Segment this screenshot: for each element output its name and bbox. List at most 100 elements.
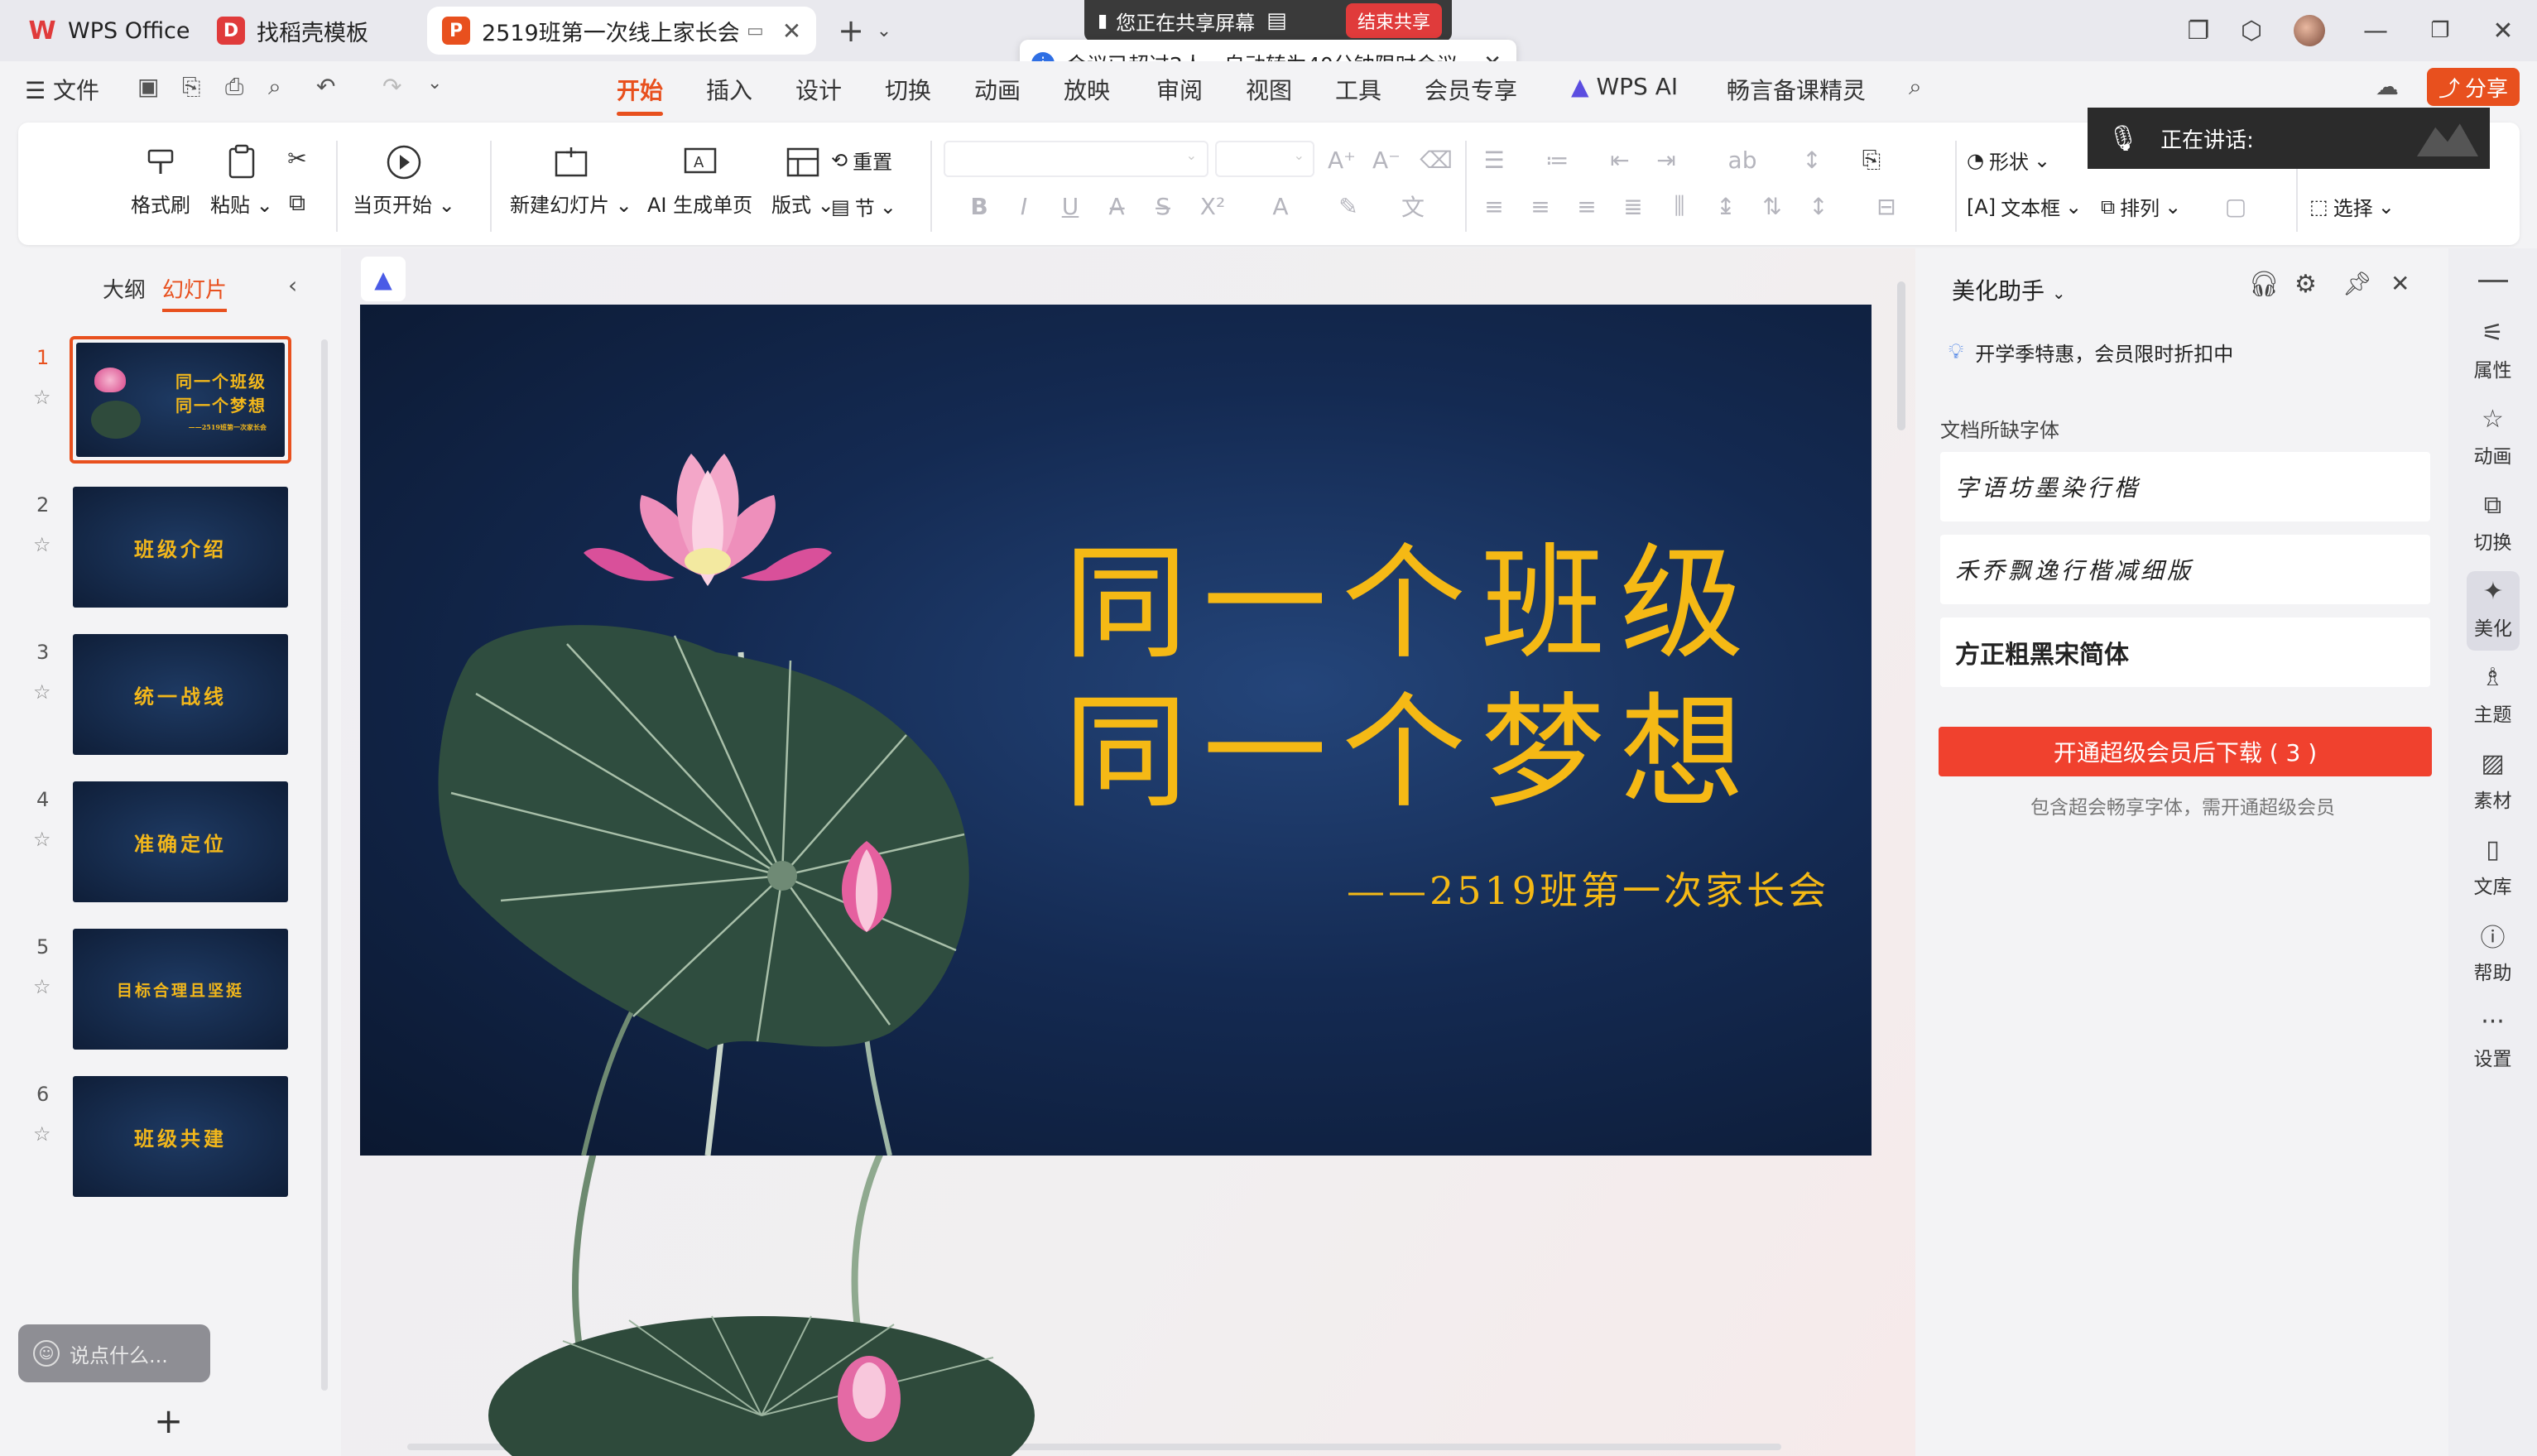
- text-box-align-icon[interactable]: ⊟: [1872, 192, 1900, 220]
- decrease-indent-icon[interactable]: ⇤: [1606, 146, 1634, 174]
- gear-icon[interactable]: ⚙: [2294, 270, 2317, 299]
- panel-title[interactable]: 美化助手 ⌄: [1952, 273, 2066, 306]
- tab-template-store[interactable]: D 找稻壳模板: [202, 7, 420, 55]
- align-center-icon[interactable]: ≡: [1526, 192, 1554, 220]
- tab-design[interactable]: 设计: [795, 73, 842, 106]
- end-share-button[interactable]: 结束共享: [1345, 3, 1442, 38]
- strikethrough-icon[interactable]: A̶: [1103, 192, 1131, 220]
- slide-thumbnail[interactable]: 统一战线: [73, 634, 288, 755]
- headset-icon[interactable]: 🎧︎: [2248, 270, 2280, 299]
- align-right-icon[interactable]: ≡: [1573, 192, 1601, 220]
- tab-review[interactable]: 审阅: [1156, 73, 1203, 106]
- highlight-icon[interactable]: ✎: [1334, 192, 1362, 220]
- tab-slides[interactable]: 幻灯片: [162, 273, 228, 312]
- star-icon[interactable]: ☆: [33, 680, 51, 704]
- close-window-icon[interactable]: ✕: [2480, 10, 2526, 51]
- promo-line[interactable]: 💡︎ 开学季特惠，会员限时折扣中: [1948, 338, 2233, 367]
- cube-icon[interactable]: ⬡: [2228, 10, 2275, 51]
- star-icon[interactable]: ☆: [33, 1122, 51, 1146]
- sidebar-item-library[interactable]: ▯ 文库: [2448, 833, 2537, 899]
- sidebar-item-theme[interactable]: ♗ 主题: [2448, 661, 2537, 727]
- outline-icon[interactable]: ▢: [2222, 192, 2250, 220]
- star-icon[interactable]: ☆: [33, 828, 51, 851]
- italic-icon[interactable]: I: [1010, 192, 1038, 220]
- tab-slideshow[interactable]: 放映: [1064, 73, 1110, 106]
- cut-icon[interactable]: ✂: [283, 144, 311, 172]
- undo-icon[interactable]: ↶: [316, 73, 335, 100]
- paste-button[interactable]: 粘贴 ⌄: [210, 142, 273, 218]
- reset-button[interactable]: ⟲ 重置: [831, 146, 892, 175]
- line-spacing-icon[interactable]: ↨: [1712, 192, 1740, 220]
- convert-icon[interactable]: ⎘: [1857, 146, 1886, 174]
- share-button[interactable]: ⤴ 分享: [2427, 68, 2520, 106]
- star-icon[interactable]: ☆: [33, 386, 51, 409]
- arrange-button[interactable]: ⧉ 排列 ⌄: [2101, 192, 2181, 221]
- slide-title-line2[interactable]: 同一个梦想: [1064, 652, 1759, 832]
- tab-home[interactable]: 开始: [617, 73, 664, 116]
- paragraph-spacing-icon[interactable]: ⇅: [1758, 192, 1786, 220]
- font-item[interactable]: 字语坊墨染行楷: [1940, 452, 2430, 521]
- bullet-list-icon[interactable]: ☰: [1480, 146, 1508, 174]
- sidebar-item-help[interactable]: ⓘ 帮助: [2448, 919, 2537, 985]
- increase-font-icon[interactable]: A⁺: [1328, 146, 1356, 174]
- file-menu[interactable]: ☰ 文件: [25, 73, 99, 106]
- align-left-icon[interactable]: ≡: [1480, 192, 1508, 220]
- font-size-select[interactable]: ⌄: [1215, 141, 1314, 177]
- sidebar-item-transition[interactable]: ⧉ 切换: [2448, 488, 2537, 555]
- tab-member[interactable]: 会员专享: [1425, 73, 1517, 106]
- slide-thumbnail[interactable]: 目标合理且坚挺: [73, 929, 288, 1050]
- tab-animation[interactable]: 动画: [974, 73, 1021, 106]
- sidebar-item-beautify[interactable]: ✦ 美化: [2467, 571, 2520, 651]
- save-icon[interactable]: ▣: [137, 73, 159, 100]
- tab-wps-office[interactable]: W WPS Office: [13, 7, 195, 55]
- sidebar-item-assets[interactable]: ▨ 素材: [2448, 747, 2537, 813]
- sort-icon[interactable]: ↕: [1798, 146, 1826, 174]
- cloud-upload-icon[interactable]: ☁: [2376, 73, 2399, 100]
- sidebar-item-properties[interactable]: ⚟ 属性: [2448, 316, 2537, 382]
- download-fonts-button[interactable]: 开通超级会员后下载 ( 3 ): [1939, 727, 2432, 776]
- new-slide-button[interactable]: 新建幻灯片 ⌄: [510, 142, 632, 218]
- phonetic-icon[interactable]: 文: [1399, 192, 1427, 221]
- distribute-icon[interactable]: ⫼: [1665, 192, 1694, 220]
- textbox-button[interactable]: [A] 文本框 ⌄: [1967, 192, 2082, 221]
- export-icon[interactable]: ⎘: [182, 73, 200, 101]
- tab-lesson-prep[interactable]: 畅言备课精灵: [1727, 73, 1866, 106]
- close-panel-icon[interactable]: ✕: [2390, 270, 2410, 297]
- justify-icon[interactable]: ≣: [1619, 192, 1647, 220]
- tab-outline[interactable]: 大纲: [103, 273, 146, 304]
- sidebar-item-animation[interactable]: ☆ 动画: [2448, 402, 2537, 469]
- slide-thumbnail[interactable]: 班级共建: [73, 1076, 288, 1197]
- clear-format-icon[interactable]: ⌫: [1420, 146, 1453, 174]
- superscript-icon[interactable]: X²: [1199, 192, 1227, 220]
- close-tab-icon[interactable]: ✕: [782, 17, 801, 45]
- print-preview-icon[interactable]: ⌕: [268, 73, 281, 101]
- pin-icon[interactable]: 📌︎: [2342, 270, 2372, 297]
- sidebar-item-settings[interactable]: ··· 设置: [2448, 1005, 2537, 1071]
- layout-button[interactable]: 版式 ⌄: [771, 142, 834, 218]
- window-layout-icon[interactable]: ❐: [2175, 10, 2222, 51]
- font-color-icon[interactable]: A: [1266, 192, 1295, 220]
- slide-thumbnail-selected[interactable]: 同一个班级 同一个梦想 ——2519班第一次家长会: [70, 336, 291, 464]
- tab-current-document[interactable]: P 2519班第一次线上家长会.ppt ▭ ✕: [427, 7, 816, 55]
- avatar[interactable]: [2286, 10, 2333, 51]
- tab-insert[interactable]: 插入: [706, 73, 752, 106]
- redo-icon[interactable]: ↷: [382, 73, 401, 100]
- section-button[interactable]: ▤ 节 ⌄: [831, 192, 896, 221]
- document-icon[interactable]: ▤: [1266, 8, 1287, 33]
- copy-icon[interactable]: ⧉: [283, 189, 311, 217]
- tab-wps-ai[interactable]: ▲ WPS AI: [1571, 73, 1678, 100]
- print-icon[interactable]: ⎙: [225, 73, 243, 101]
- numbered-list-icon[interactable]: ≔: [1543, 146, 1571, 174]
- slide-thumbnail[interactable]: 班级介绍: [73, 487, 288, 608]
- decrease-font-icon[interactable]: A⁻: [1372, 146, 1401, 174]
- play-from-current-button[interactable]: 当页开始 ⌄: [353, 142, 455, 218]
- add-slide-icon[interactable]: +: [154, 1401, 183, 1441]
- font-item[interactable]: 禾乔飘逸行楷减细版: [1940, 535, 2430, 604]
- tab-transition[interactable]: 切换: [885, 73, 931, 106]
- ai-assist-icon[interactable]: ▲: [361, 257, 406, 301]
- font-item[interactable]: 方正粗黑宋简体: [1940, 617, 2430, 687]
- collapse-bar[interactable]: [2478, 280, 2508, 282]
- slide-subtitle[interactable]: ——2519班第一次家长会: [1347, 861, 1829, 915]
- text-direction-icon[interactable]: ab: [1728, 146, 1757, 174]
- chevron-down-icon[interactable]: ⌄: [861, 10, 907, 51]
